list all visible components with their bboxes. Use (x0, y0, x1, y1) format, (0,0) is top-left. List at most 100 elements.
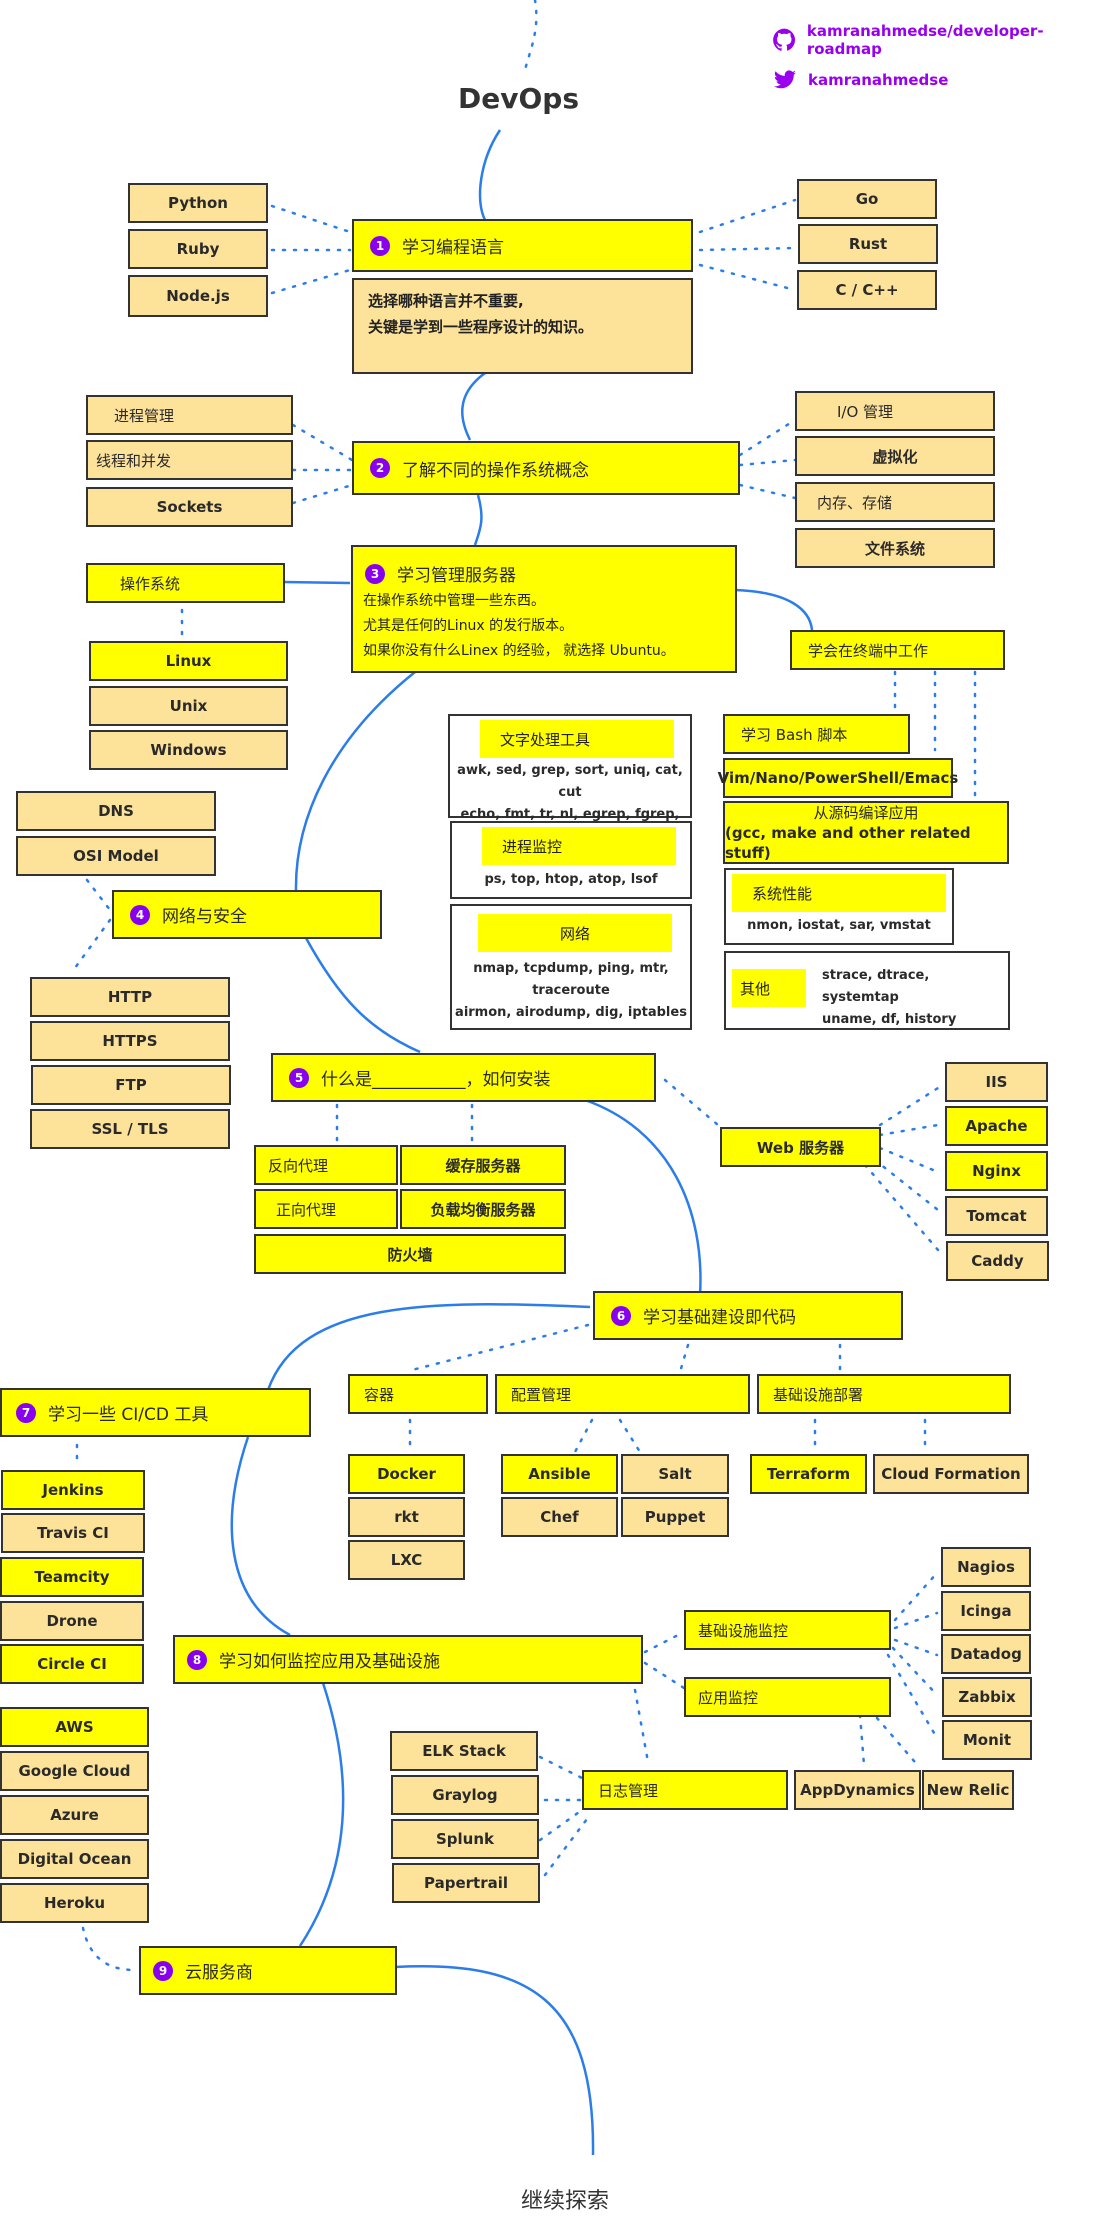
lang-nodejs[interactable]: Node.js (128, 275, 268, 317)
step-3-description: 在操作系统中管理一些东西。 尤其是任何的Linux 的发行版本。 如果你没有什么… (363, 593, 675, 659)
github-label: kamranahmedse/developer-roadmap (806, 22, 1044, 58)
step-9-box[interactable]: 9 云服务商 (139, 1946, 397, 1995)
install-forward-proxy[interactable]: 正向代理 (254, 1189, 398, 1229)
step-number-badge: 3 (365, 563, 385, 584)
lang-ruby[interactable]: Ruby (128, 229, 268, 269)
web-server-apache[interactable]: Apache (945, 1106, 1048, 1146)
os-virtualization[interactable]: 虚拟化 (795, 436, 995, 476)
log-management-box[interactable]: 日志管理 (582, 1770, 788, 1810)
iac-rkt[interactable]: rkt (348, 1497, 465, 1537)
step-number-badge: 2 (370, 458, 390, 478)
iac-containers[interactable]: 容器 (348, 1374, 488, 1414)
lang-go[interactable]: Go (797, 179, 937, 219)
monitor-newrelic[interactable]: New Relic (922, 1770, 1014, 1810)
step-1-box[interactable]: 1 学习编程语言 (352, 219, 693, 272)
os-sockets[interactable]: Sockets (86, 487, 293, 527)
infra-monitoring-box[interactable]: 基础设施监控 (684, 1610, 891, 1650)
log-splunk[interactable]: Splunk (391, 1819, 539, 1859)
twitter-link[interactable]: kamranahmedse (772, 68, 948, 92)
step-6-box[interactable]: 6 学习基础建设即代码 (593, 1291, 903, 1340)
github-link[interactable]: kamranahmedse/developer-roadmap (772, 22, 1105, 58)
os-threads[interactable]: 线程和并发 (86, 440, 293, 480)
cloud-azure[interactable]: Azure (0, 1795, 149, 1835)
cicd-jenkins[interactable]: Jenkins (1, 1470, 145, 1510)
iac-provisioning[interactable]: 基础设施部署 (757, 1374, 1011, 1414)
compile-box[interactable]: 从源码编译应用 (gcc, make and other related stuf… (723, 801, 1009, 864)
cicd-circleci[interactable]: Circle CI (0, 1644, 144, 1684)
install-cache-server[interactable]: 缓存服务器 (400, 1145, 566, 1185)
log-papertrail[interactable]: Papertrail (392, 1863, 540, 1903)
log-elk[interactable]: ELK Stack (390, 1731, 538, 1771)
iac-terraform[interactable]: Terraform (750, 1454, 867, 1494)
bash-box[interactable]: 学习 Bash 脚本 (723, 714, 910, 754)
os-unix[interactable]: Unix (89, 686, 288, 726)
cloud-gcp[interactable]: Google Cloud (0, 1751, 149, 1791)
iac-chef[interactable]: Chef (501, 1497, 618, 1537)
monitor-appdynamics[interactable]: AppDynamics (794, 1770, 921, 1810)
step-5-box[interactable]: 5 什么是___________，如何安装 (271, 1053, 656, 1102)
os-process-mgmt[interactable]: 进程管理 (86, 395, 293, 435)
web-server-caddy[interactable]: Caddy (946, 1241, 1049, 1281)
step-2-box[interactable]: 2 了解不同的操作系统概念 (352, 441, 740, 495)
net-ssl-tls[interactable]: SSL / TLS (30, 1109, 230, 1149)
cloud-aws[interactable]: AWS (0, 1707, 149, 1747)
monitor-icinga[interactable]: Icinga (941, 1591, 1031, 1631)
step-number-badge: 4 (130, 904, 150, 925)
monitor-monit[interactable]: Monit (942, 1720, 1032, 1760)
web-server-tomcat[interactable]: Tomcat (945, 1196, 1048, 1236)
os-windows[interactable]: Windows (89, 730, 288, 770)
path-9-to-end (394, 1965, 595, 2156)
lang-rust[interactable]: Rust (798, 224, 938, 264)
iac-cloudformation[interactable]: Cloud Formation (873, 1454, 1029, 1494)
iac-ansible[interactable]: Ansible (501, 1454, 618, 1494)
os-memory-storage[interactable]: 内存、存储 (795, 482, 995, 522)
install-load-balancer[interactable]: 负载均衡服务器 (400, 1189, 566, 1229)
twitter-label: kamranahmedse (808, 71, 949, 89)
sys-perf-title: 系统性能 (732, 874, 946, 912)
step-8-box[interactable]: 8 学习如何监控应用及基础设施 (173, 1635, 643, 1684)
monitor-zabbix[interactable]: Zabbix (942, 1677, 1032, 1717)
net-ftp[interactable]: FTP (31, 1065, 231, 1105)
install-reverse-proxy[interactable]: 反向代理 (254, 1145, 398, 1185)
step-4-box[interactable]: 4 网络与安全 (112, 890, 382, 939)
app-monitoring-box[interactable]: 应用监控 (684, 1677, 891, 1717)
cloud-heroku[interactable]: Heroku (0, 1883, 149, 1923)
iac-docker[interactable]: Docker (348, 1454, 465, 1494)
cicd-travis[interactable]: Travis CI (1, 1513, 145, 1553)
iac-lxc[interactable]: LXC (348, 1540, 465, 1580)
lang-python[interactable]: Python (128, 183, 268, 223)
web-server-box[interactable]: Web 服务器 (720, 1127, 881, 1167)
monitor-nagios[interactable]: Nagios (941, 1547, 1031, 1587)
cloud-digitalocean[interactable]: Digital Ocean (0, 1839, 149, 1879)
step-7-box[interactable]: 7 学习一些 CI/CD 工具 (0, 1388, 311, 1437)
install-firewall[interactable]: 防火墙 (254, 1234, 566, 1274)
step-number-badge: 8 (187, 1649, 207, 1670)
iac-config-mgmt[interactable]: 配置管理 (495, 1374, 750, 1414)
lang-c-cpp[interactable]: C / C++ (797, 270, 937, 310)
monitor-datadog[interactable]: Datadog (941, 1634, 1031, 1674)
step-number-badge: 5 (289, 1067, 309, 1088)
os-io-mgmt[interactable]: I/O 管理 (795, 391, 995, 431)
web-server-iis[interactable]: IIS (945, 1062, 1048, 1102)
net-osi[interactable]: OSI Model (16, 836, 216, 876)
step-3-box[interactable]: 3 学习管理服务器 在操作系统中管理一些东西。 尤其是任何的Linux 的发行版本… (351, 545, 737, 673)
cicd-drone[interactable]: Drone (0, 1601, 144, 1641)
terminal-box[interactable]: 学会在终端中工作 (790, 630, 1005, 670)
os-filesystem[interactable]: 文件系统 (795, 528, 995, 568)
iac-puppet[interactable]: Puppet (621, 1497, 729, 1537)
log-graylog[interactable]: Graylog (391, 1775, 539, 1815)
text-tools-panel: 文字处理工具 awk, sed, grep, sort, uniq, cat, … (448, 714, 692, 844)
os-label[interactable]: 操作系统 (86, 563, 285, 603)
web-server-nginx[interactable]: Nginx (945, 1151, 1048, 1191)
path-2-to-3 (473, 494, 483, 546)
net-http[interactable]: HTTP (30, 977, 230, 1017)
editors-box[interactable]: Vim/Nano/PowerShell/Emacs (718, 758, 958, 798)
iac-salt[interactable]: Salt (621, 1454, 729, 1494)
os-linux[interactable]: Linux (89, 641, 288, 681)
process-monitor-title: 进程监控 (482, 827, 676, 865)
net-dns[interactable]: DNS (16, 791, 216, 831)
step-number-badge: 6 (611, 1305, 631, 1326)
continue-exploring[interactable]: 继续探索 (521, 2183, 609, 2215)
cicd-teamcity[interactable]: Teamcity (0, 1557, 144, 1597)
net-https[interactable]: HTTPS (30, 1021, 230, 1061)
